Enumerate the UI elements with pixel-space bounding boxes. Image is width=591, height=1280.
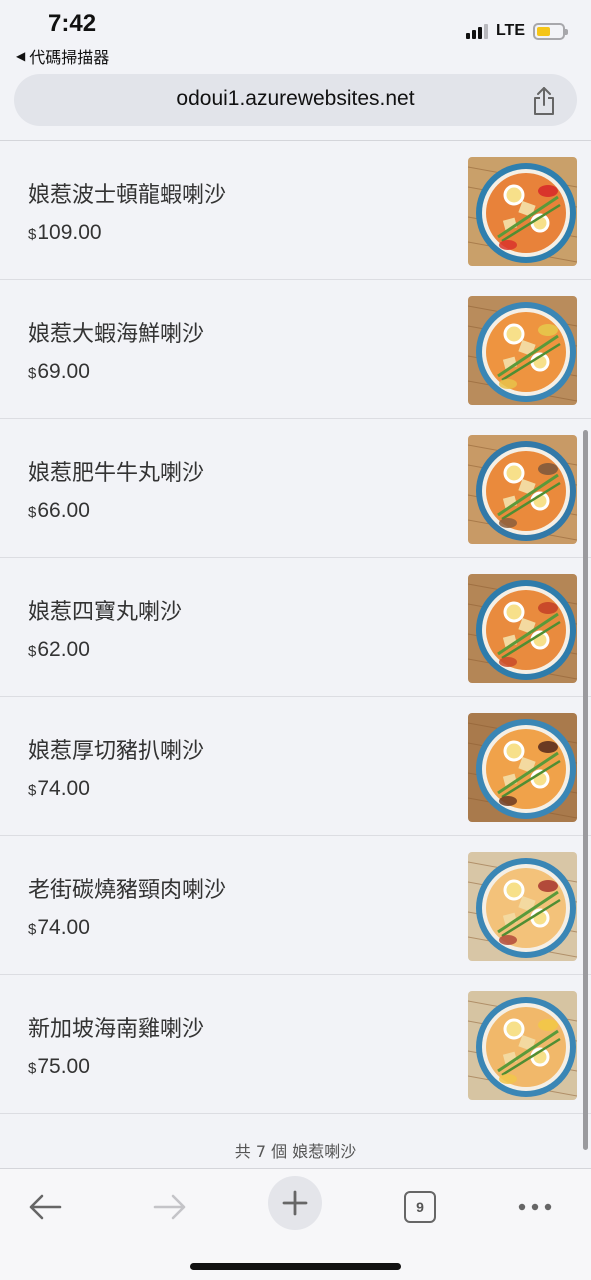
menu-item-name: 新加坡海南雞喇沙 [28, 1017, 205, 1042]
menu-list: 娘惹波士頓龍蝦喇沙 $109.00 娘惹大蝦海鮮喇沙 $69.00 娘惹肥牛牛丸喇沙 $6… [0, 141, 591, 1114]
menu-item-price: $74.00 [28, 777, 90, 801]
menu-item[interactable]: 老街碳燒豬頸肉喇沙 $74.00 [0, 836, 591, 975]
price-value: 66.00 [37, 499, 90, 522]
back-triangle-icon: ◀ [16, 49, 26, 63]
home-indicator[interactable] [190, 1263, 401, 1270]
currency-symbol: $ [28, 782, 37, 799]
menu-item-name: 娘惹四寶丸喇沙 [28, 600, 183, 625]
back-to-app-link[interactable]: ◀ 代碼掃描器 [16, 44, 109, 68]
plus-icon [282, 1190, 308, 1216]
menu-item-photo[interactable] [468, 435, 577, 544]
food-photo-icon [468, 991, 577, 1100]
more-menu-button[interactable] [507, 1179, 563, 1235]
battery-level [537, 26, 551, 36]
price-value: 74.00 [37, 916, 90, 939]
currency-symbol: $ [28, 365, 37, 382]
tab-count: 9 [404, 1191, 436, 1223]
share-icon[interactable] [531, 86, 557, 116]
food-photo-icon [468, 852, 577, 961]
ellipsis-icon [518, 1203, 552, 1211]
arrow-right-icon [153, 1194, 186, 1220]
tab-switcher-button[interactable]: 9 [392, 1179, 448, 1235]
back-app-label: 代碼掃描器 [29, 48, 110, 67]
address-bar[interactable]: odoui1.azurewebsites.net [14, 74, 577, 126]
menu-item-name: 娘惹厚切豬扒喇沙 [28, 739, 205, 764]
menu-item[interactable]: 娘惹波士頓龍蝦喇沙 $109.00 [0, 141, 591, 280]
menu-item-photo[interactable] [468, 852, 577, 961]
status-time: 7:42 [48, 10, 97, 37]
cellular-signal-icon [465, 23, 488, 39]
currency-symbol: $ [28, 1060, 37, 1077]
menu-item-name: 娘惹波士頓龍蝦喇沙 [28, 183, 227, 208]
menu-item-name: 老街碳燒豬頸肉喇沙 [28, 878, 227, 903]
price-value: 74.00 [37, 777, 90, 800]
currency-symbol: $ [28, 504, 37, 521]
menu-item[interactable]: 娘惹肥牛牛丸喇沙 $66.00 [0, 419, 591, 558]
url-text[interactable]: odoui1.azurewebsites.net [14, 87, 577, 111]
price-value: 75.00 [37, 1055, 90, 1078]
back-button[interactable] [17, 1179, 73, 1235]
price-value: 62.00 [37, 638, 90, 661]
currency-symbol: $ [28, 921, 37, 938]
menu-item-photo[interactable] [468, 713, 577, 822]
price-value: 69.00 [37, 360, 90, 383]
battery-icon [533, 22, 568, 40]
status-indicators: LTE [465, 22, 568, 40]
status-bar: 7:42 ◀ 代碼掃描器 LTE [0, 0, 591, 70]
menu-item-price: $75.00 [28, 1055, 90, 1079]
menu-item[interactable]: 新加坡海南雞喇沙 $75.00 [0, 975, 591, 1114]
menu-item-name: 娘惹大蝦海鮮喇沙 [28, 322, 205, 347]
menu-item-photo[interactable] [468, 296, 577, 405]
food-photo-icon [468, 574, 577, 683]
menu-item[interactable]: 娘惹四寶丸喇沙 $62.00 [0, 558, 591, 697]
menu-item-photo[interactable] [468, 157, 577, 266]
food-photo-icon [468, 713, 577, 822]
browser-toolbar: 9 [0, 1168, 591, 1280]
menu-item-photo[interactable] [468, 574, 577, 683]
menu-item-photo[interactable] [468, 991, 577, 1100]
menu-item[interactable]: 娘惹大蝦海鮮喇沙 $69.00 [0, 280, 591, 419]
menu-item[interactable]: 娘惹厚切豬扒喇沙 $74.00 [0, 697, 591, 836]
new-tab-button[interactable] [268, 1176, 322, 1230]
network-type: LTE [495, 22, 525, 39]
food-photo-icon [468, 435, 577, 544]
menu-item-name: 娘惹肥牛牛丸喇沙 [28, 461, 205, 486]
scrollbar[interactable] [583, 430, 588, 1150]
menu-item-price: $109.00 [28, 221, 102, 245]
menu-item-price: $66.00 [28, 499, 90, 523]
menu-item-price: $69.00 [28, 360, 90, 384]
food-photo-icon [468, 157, 577, 266]
arrow-left-icon [29, 1194, 62, 1220]
currency-symbol: $ [28, 226, 37, 243]
menu-item-price: $62.00 [28, 638, 90, 662]
forward-button[interactable] [142, 1179, 198, 1235]
menu-item-price: $74.00 [28, 916, 90, 940]
list-footer-count: 共 7 個 娘惹喇沙 [234, 1142, 357, 1161]
currency-symbol: $ [28, 643, 37, 660]
browser-screen: 7:42 ◀ 代碼掃描器 LTE odoui1.azurewebsites.ne… [0, 0, 591, 1280]
price-value: 109.00 [37, 221, 102, 244]
food-photo-icon [468, 296, 577, 405]
